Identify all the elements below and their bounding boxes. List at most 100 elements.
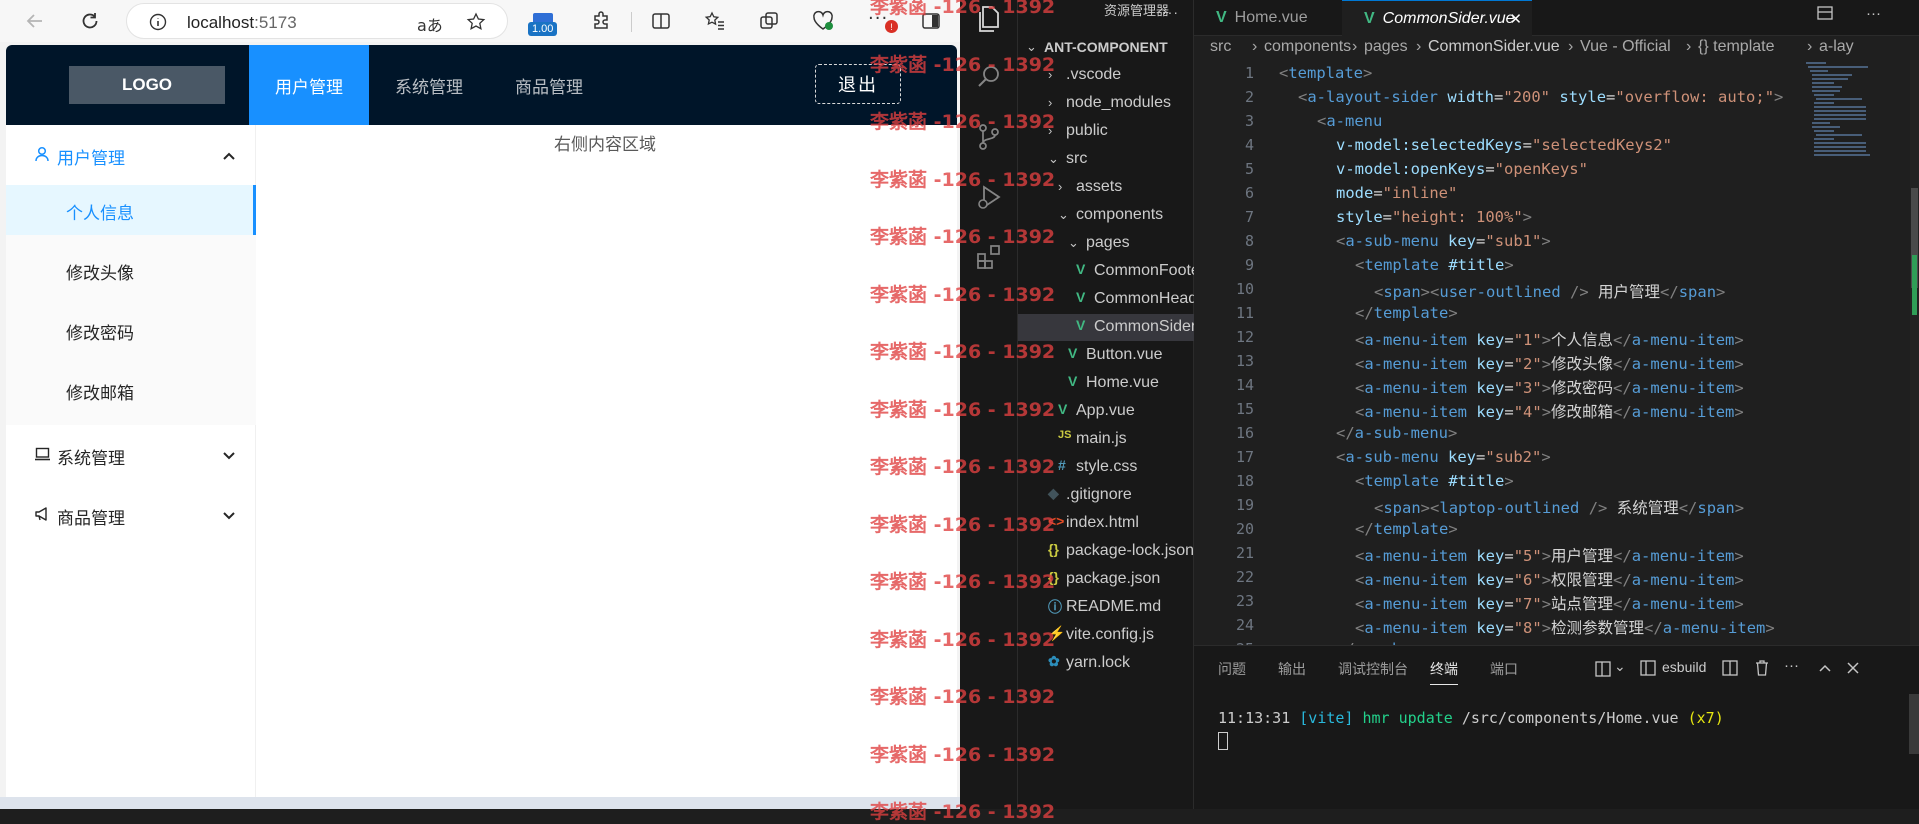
chevron-right-icon: › bbox=[1058, 179, 1063, 194]
editor-tab-bar: V Home.vue V CommonSider.vue ✕ ··· bbox=[1194, 0, 1919, 36]
split-screen-icon[interactable] bbox=[648, 8, 674, 34]
editor-scrollbar[interactable] bbox=[1910, 60, 1919, 645]
tree-item[interactable]: ✿ yarn.lock bbox=[1018, 650, 1194, 677]
line-number: 7 bbox=[1244, 208, 1254, 226]
submenu-user-title[interactable]: 用户管理 bbox=[6, 125, 256, 185]
tree-item-label: .gitignore bbox=[1066, 486, 1132, 503]
tree-item-label: package.json bbox=[1066, 570, 1161, 587]
extensions-puzzle-icon[interactable] bbox=[588, 8, 614, 34]
code-line: <a-menu-item key="2">修改头像</a-menu-item> bbox=[1355, 355, 1744, 373]
site-info-icon[interactable] bbox=[149, 13, 167, 31]
panel-more-icon[interactable]: ··· bbox=[1784, 657, 1799, 674]
breadcrumb-item[interactable]: CommonSider.vue bbox=[1428, 38, 1560, 56]
browser-essentials-icon[interactable] bbox=[810, 8, 836, 34]
panel-tab-debug-console[interactable]: 调试控制台 bbox=[1338, 659, 1408, 679]
tree-item-label: public bbox=[1066, 122, 1108, 139]
code-line: <a-menu-item key="5">用户管理</a-menu-item> bbox=[1355, 547, 1744, 565]
tree-item[interactable]: {} package-lock.json bbox=[1018, 538, 1194, 565]
close-panel-icon[interactable] bbox=[1846, 661, 1860, 675]
line-number: 21 bbox=[1235, 544, 1254, 562]
maximize-panel-icon[interactable] bbox=[1818, 661, 1832, 675]
top-nav-system[interactable]: 系统管理 bbox=[369, 45, 489, 125]
editor-more-icon[interactable]: ··· bbox=[1866, 5, 1881, 22]
watermark-text: 李紫菡 -126 - 1392 bbox=[870, 513, 1056, 536]
top-nav-goods[interactable]: 商品管理 bbox=[489, 45, 609, 125]
panel-tab-terminal[interactable]: 终端 bbox=[1430, 659, 1458, 685]
trash-icon[interactable] bbox=[1754, 659, 1770, 677]
breadcrumb-item[interactable]: components bbox=[1264, 38, 1351, 56]
menu-item-profile[interactable]: 个人信息 bbox=[6, 185, 256, 235]
line-number: 3 bbox=[1244, 112, 1254, 130]
collections-icon[interactable] bbox=[756, 8, 782, 34]
address-bar[interactable]: localhost:5173 aあ bbox=[126, 3, 508, 39]
line-number: 24 bbox=[1235, 616, 1254, 634]
new-terminal-split-icon[interactable] bbox=[1594, 660, 1612, 678]
code-line: style="height: 100%"> bbox=[1336, 208, 1533, 226]
code-line: </template> bbox=[1355, 304, 1458, 322]
breadcrumb-item[interactable]: {} template bbox=[1698, 38, 1775, 56]
panel-tab-ports[interactable]: 端口 bbox=[1490, 659, 1518, 679]
menu-item-avatar[interactable]: 修改头像 bbox=[6, 245, 256, 295]
tab-label: Home.vue bbox=[1234, 9, 1308, 26]
tree-item[interactable]: V Home.vue bbox=[1018, 370, 1194, 397]
watermark-text: 李紫菡 -126 - 1392 bbox=[870, 571, 1056, 593]
submenu-user-items: 个人信息 修改头像 修改密码 修改邮箱 bbox=[6, 185, 256, 425]
tree-item-label: yarn.lock bbox=[1066, 654, 1131, 671]
breadcrumb-separator: › bbox=[1568, 38, 1574, 55]
browser-toolbar: localhost:5173 aあ 1.00 ··· ! bbox=[0, 0, 960, 42]
notification-badge: ! bbox=[885, 20, 898, 33]
vue-file-icon: V bbox=[1216, 9, 1227, 26]
submenu-system-title[interactable]: 系统管理 bbox=[6, 425, 256, 485]
terminal-name[interactable]: esbuild bbox=[1662, 659, 1706, 675]
code-line: </a-sub-menu> bbox=[1336, 424, 1458, 442]
split-terminal-icon[interactable] bbox=[1722, 660, 1738, 676]
line-number: 6 bbox=[1244, 184, 1254, 202]
js-file-icon: JS bbox=[1058, 429, 1072, 441]
notification-icon bbox=[35, 507, 47, 521]
breadcrumb-item[interactable]: pages bbox=[1364, 38, 1408, 56]
git-file-icon: ◆ bbox=[1048, 485, 1059, 501]
favorite-star-icon[interactable] bbox=[466, 12, 486, 32]
panel-tab-output[interactable]: 输出 bbox=[1278, 659, 1306, 679]
user-icon bbox=[35, 146, 49, 162]
chevron-down-icon[interactable]: ⌄ bbox=[1614, 658, 1626, 675]
code-line: <template #title> bbox=[1355, 256, 1514, 274]
minimap[interactable] bbox=[1802, 60, 1910, 260]
tree-item-label: CommonHeader.... bbox=[1094, 290, 1194, 307]
menu-item-email[interactable]: 修改邮箱 bbox=[6, 365, 256, 415]
reload-icon[interactable] bbox=[77, 8, 103, 34]
menu-item-password[interactable]: 修改密码 bbox=[6, 305, 256, 355]
chevron-down-icon bbox=[223, 452, 235, 460]
watermark-text: 李紫菡 -126 - 1392 bbox=[870, 283, 1056, 306]
line-number: 15 bbox=[1235, 400, 1254, 418]
tree-item[interactable]: JS main.js bbox=[1018, 426, 1194, 453]
close-icon[interactable]: ✕ bbox=[1509, 10, 1522, 28]
breadcrumb: src › components › pages › CommonSider.vue › Vue… bbox=[1194, 36, 1919, 60]
line-number: 19 bbox=[1235, 496, 1254, 514]
submenu-goods-title[interactable]: 商品管理 bbox=[6, 485, 256, 545]
content-area-text: 右侧内容区域 bbox=[554, 135, 656, 155]
breadcrumb-item[interactable]: a-lay bbox=[1819, 38, 1854, 56]
split-editor-icon[interactable] bbox=[1816, 4, 1834, 22]
terminal-scrollbar[interactable] bbox=[1909, 694, 1919, 754]
terminal-time: 11:13:31 bbox=[1218, 709, 1300, 727]
code-line: v-model:selectedKeys="selectedKeys2" bbox=[1336, 136, 1672, 154]
tree-item-label: components bbox=[1076, 206, 1164, 223]
read-aloud-icon[interactable]: aあ bbox=[417, 12, 443, 36]
url-text[interactable]: localhost:5173 bbox=[187, 13, 297, 33]
code-line: <a-menu-item key="8">检测参数管理</a-menu-item… bbox=[1355, 619, 1775, 637]
back-icon[interactable] bbox=[22, 8, 48, 34]
explorer-more-icon[interactable]: ··· bbox=[1162, 4, 1179, 20]
vue-file-icon: V bbox=[1076, 261, 1086, 277]
top-nav-user[interactable]: 用户管理 bbox=[249, 45, 369, 125]
panel-tab-problems[interactable]: 问题 bbox=[1218, 659, 1246, 679]
tree-item[interactable]: ⓘ README.md bbox=[1018, 594, 1194, 621]
favorites-icon[interactable] bbox=[702, 8, 728, 34]
breadcrumb-item[interactable]: src bbox=[1210, 38, 1231, 56]
tab-commonsider-vue[interactable]: V CommonSider.vue ✕ bbox=[1342, 0, 1532, 36]
tree-item[interactable]: ◆ .gitignore bbox=[1018, 482, 1194, 509]
tab-home-vue[interactable]: V Home.vue bbox=[1194, 0, 1342, 36]
watermark-text: 李紫菡 -126 - 1392 bbox=[870, 341, 1056, 363]
breadcrumb-item[interactable]: Vue - Official bbox=[1580, 38, 1671, 56]
tree-item-label: CommonSider.vue bbox=[1094, 318, 1194, 335]
